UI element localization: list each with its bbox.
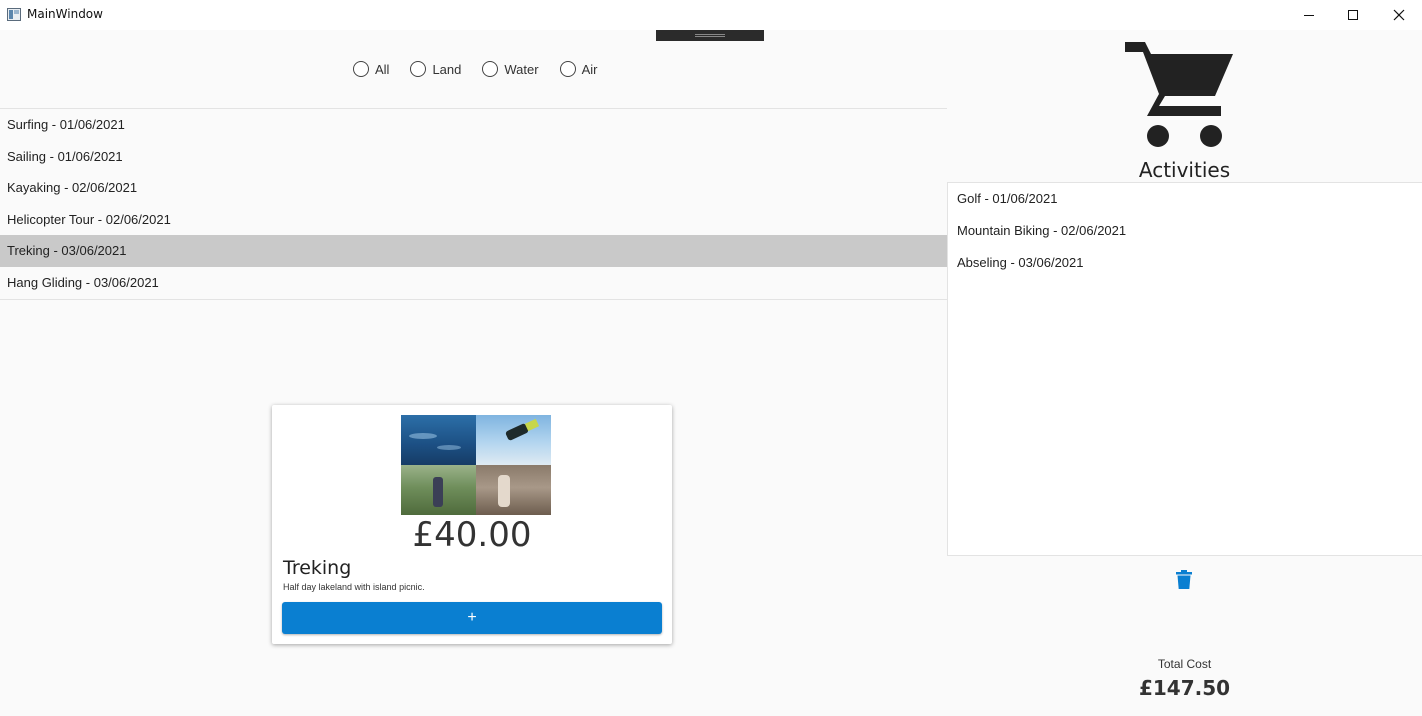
activity-price: £40.00 (412, 515, 532, 555)
filter-all-radio[interactable]: All (353, 61, 389, 77)
filter-radio-group: All Land Water Air (353, 61, 618, 77)
trash-icon[interactable] (1176, 570, 1192, 589)
drag-handle[interactable] (656, 30, 764, 41)
radio-button-icon[interactable] (482, 61, 499, 77)
image-tile-water (401, 415, 476, 465)
app-icon (7, 8, 21, 21)
plus-icon: + (467, 609, 477, 626)
list-item[interactable]: Sailing - 01/06/2021 (0, 141, 947, 173)
minimize-icon (1304, 14, 1314, 16)
activity-description: Half day lakeland with island picnic. (283, 582, 425, 592)
activity-detail-card: £40.00 Treking Half day lakeland with is… (272, 405, 672, 644)
radio-button-icon[interactable] (410, 61, 427, 77)
total-cost-label: Total Cost (1157, 657, 1212, 671)
cart-list-item[interactable]: Abseling - 03/06/2021 (948, 247, 1422, 279)
list-item[interactable]: Hang Gliding - 03/06/2021 (0, 267, 947, 299)
activity-list[interactable]: Surfing - 01/06/2021 Sailing - 01/06/202… (0, 108, 947, 300)
list-item[interactable]: Helicopter Tour - 02/06/2021 (0, 204, 947, 236)
image-tile-air (476, 415, 551, 465)
cart-list-item[interactable]: Golf - 01/06/2021 (948, 183, 1422, 215)
maximize-icon (1348, 10, 1358, 20)
cart-title: Activities (1138, 158, 1231, 182)
maximize-button[interactable] (1330, 0, 1376, 30)
image-tile-runner (476, 465, 551, 515)
total-cost-value: £147.50 (1138, 676, 1231, 700)
cart-list[interactable]: Golf - 01/06/2021 Mountain Biking - 02/0… (947, 182, 1422, 556)
list-item[interactable]: Kayaking - 02/06/2021 (0, 172, 947, 204)
title-bar[interactable]: MainWindow (0, 0, 1422, 30)
cart-pane: Activities Golf - 01/06/2021 Mountain Bi… (947, 30, 1422, 716)
filter-water-label: Water (504, 61, 539, 77)
radio-button-icon[interactable] (559, 61, 576, 77)
shopping-cart-icon (1125, 42, 1233, 147)
close-icon (1393, 9, 1405, 21)
filter-all-label: All (375, 61, 390, 77)
filter-air-label: Air (581, 61, 598, 77)
add-to-cart-button[interactable]: + (282, 602, 662, 634)
cart-list-item[interactable]: Mountain Biking - 02/06/2021 (948, 215, 1422, 247)
window-title: MainWindow (27, 7, 103, 21)
list-item-selected[interactable]: Treking - 03/06/2021 (0, 235, 947, 267)
filter-water-radio[interactable]: Water (482, 61, 539, 77)
radio-button-icon[interactable] (353, 61, 369, 77)
activity-title: Treking (283, 557, 352, 579)
list-item[interactable]: Surfing - 01/06/2021 (0, 109, 947, 141)
minimize-button[interactable] (1286, 0, 1332, 30)
activity-image (401, 415, 551, 515)
filter-land-radio[interactable]: Land (410, 61, 461, 77)
image-tile-hiker (401, 465, 476, 515)
close-button[interactable] (1376, 0, 1422, 30)
filter-land-label: Land (432, 61, 462, 77)
activities-pane: All Land Water Air Surfing - 01/06/2021 … (0, 30, 947, 716)
filter-air-radio[interactable]: Air (559, 61, 598, 77)
